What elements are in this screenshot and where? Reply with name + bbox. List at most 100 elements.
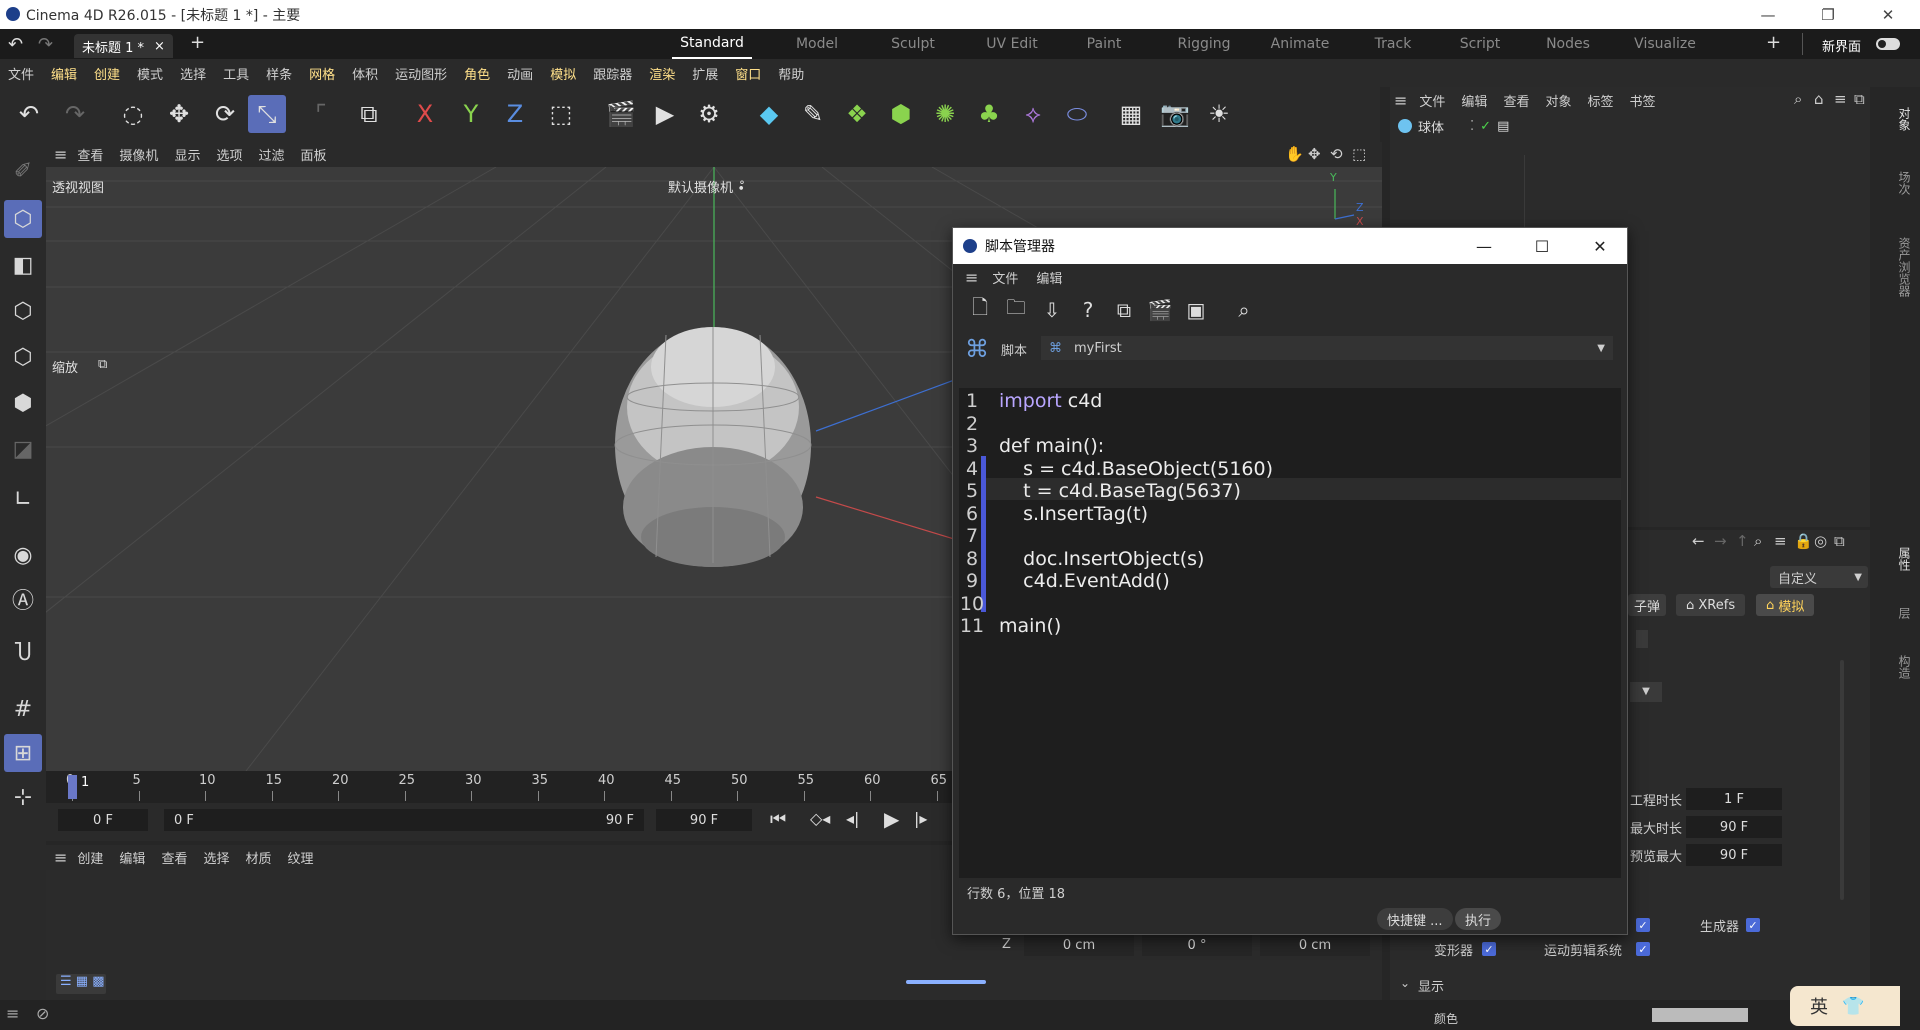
floor-grid-icon[interactable]: ▦ — [1112, 95, 1150, 133]
workspace-tab-paint[interactable]: Paint — [1078, 29, 1130, 59]
volume-icon[interactable]: ♣ — [970, 95, 1008, 133]
menu-item[interactable]: 选择 — [180, 64, 206, 83]
right-panel-tab[interactable]: 构造 — [1896, 655, 1913, 679]
auto-keyframe-icon[interactable]: Ⓐ — [4, 580, 42, 618]
coord-z-rotation[interactable]: 0 ° — [1142, 934, 1252, 956]
subdivision-surface-icon[interactable]: ⬢ — [882, 95, 920, 133]
render-settings-icon[interactable]: ⚙ — [690, 95, 728, 133]
menu-item[interactable]: 体积 — [352, 64, 378, 83]
tag-icon[interactable]: ▤ — [1497, 119, 1509, 134]
script-minimize-button[interactable]: — — [1455, 228, 1513, 264]
viewport-maximize-icon[interactable]: ⬚ — [1352, 145, 1366, 163]
right-panel-tab[interactable]: 层 — [1896, 607, 1913, 619]
viewport-menu-item[interactable]: 面板 — [300, 145, 326, 164]
workspace-tab-visualize[interactable]: Visualize — [1626, 29, 1704, 59]
material-menu-item[interactable]: 材质 — [245, 848, 271, 867]
image-icon[interactable]: ▣ — [1181, 295, 1211, 325]
workplane-icon[interactable]: # — [4, 690, 42, 728]
hamburger-icon[interactable]: ≡ — [54, 145, 67, 164]
workspace-tab-uv-edit[interactable]: UV Edit — [976, 29, 1048, 59]
menu-item[interactable]: 扩展 — [692, 64, 718, 83]
attribute-value-field[interactable]: 1 F — [1686, 788, 1782, 810]
motion-clip-checkbox[interactable]: ✓ — [1636, 942, 1650, 956]
menu-item[interactable]: 帮助 — [778, 64, 804, 83]
tab-bullet[interactable]: 子弹 — [1628, 594, 1667, 616]
cube-object-icon[interactable]: ◆ — [750, 95, 788, 133]
live-selection-icon[interactable]: ◌ — [114, 95, 152, 133]
new-window-icon[interactable]: ⧉ — [1854, 90, 1865, 108]
tab-simulation[interactable]: ⌂ 模拟 — [1756, 594, 1815, 616]
material-menu-item[interactable]: 编辑 — [119, 848, 145, 867]
menu-item[interactable]: 编辑 — [51, 64, 77, 83]
code-line[interactable]: t = c4d.BaseTag(5637) — [999, 480, 1241, 502]
axis-snap-icon[interactable]: ⊹ — [4, 778, 42, 816]
spline-pen-icon[interactable]: ✎ — [794, 95, 832, 133]
deformer-checkbox[interactable]: ✓ — [1482, 942, 1496, 956]
target-icon[interactable]: ◎ — [1814, 532, 1827, 550]
menu-item[interactable]: 窗口 — [735, 64, 761, 83]
x-axis-lock-icon[interactable]: X — [406, 95, 444, 133]
viewport-camera-label[interactable]: 默认摄像机 ∙̊ — [668, 177, 745, 196]
search-icon[interactable]: ⌕ — [1754, 532, 1762, 550]
uv-mode-icon[interactable]: ◪ — [4, 430, 42, 468]
menu-item[interactable]: 模式 — [137, 64, 163, 83]
code-line[interactable]: def main(): — [999, 435, 1104, 457]
coord-z-position[interactable]: 0 cm — [1024, 934, 1134, 956]
workspace-tab-animate[interactable]: Animate — [1264, 29, 1336, 59]
redo-icon[interactable]: ↷ — [38, 34, 53, 55]
workspace-tab-sculpt[interactable]: Sculpt — [882, 29, 944, 59]
script-dropdown[interactable]: ⌘ myFirst ▼ — [1041, 336, 1613, 360]
timeline[interactable]: 05101520253035404550556065 1 0 F 0 F 90 … — [46, 771, 952, 841]
edit-mode-icon[interactable]: ✐ — [4, 152, 42, 190]
attribute-mode-dropdown[interactable]: 自定义 ▼ — [1770, 566, 1868, 588]
menu-item[interactable]: 样条 — [266, 64, 292, 83]
viewport-menu-item[interactable]: 查看 — [77, 145, 103, 164]
menu-item[interactable]: 渲染 — [649, 64, 675, 83]
material-size-slider[interactable] — [906, 980, 986, 984]
workspace-tab-track[interactable]: Track — [1370, 29, 1416, 59]
lock-icon[interactable]: 🔒 — [1794, 532, 1813, 550]
timeline-ruler[interactable]: 05101520253035404550556065 1 — [46, 771, 952, 803]
up-arrow-icon[interactable]: ↑ — [1736, 532, 1749, 550]
previous-key-icon[interactable]: ◇◂ — [810, 809, 830, 828]
field-icon[interactable]: ⬭ — [1058, 95, 1096, 133]
model-mode-icon[interactable]: ⬡ — [4, 200, 42, 238]
object-manager-menu-item[interactable]: 标签 — [1587, 91, 1613, 110]
script-menu-item[interactable]: 编辑 — [1036, 268, 1062, 287]
new-ui-toggle[interactable] — [1876, 38, 1900, 50]
code-line[interactable]: main() — [999, 615, 1061, 637]
camera-icon[interactable]: 📷 — [1156, 95, 1194, 133]
viewport-rotate-icon[interactable]: ⟲ — [1330, 145, 1343, 163]
menu-item[interactable]: 模拟 — [550, 64, 576, 83]
render-picture-viewer-icon[interactable]: ▶ — [646, 95, 684, 133]
search-icon[interactable]: ⌕ — [1794, 90, 1802, 108]
axis-mode-icon[interactable]: ∟ — [4, 480, 42, 518]
code-line[interactable]: s = c4d.BaseObject(5160) — [999, 458, 1273, 480]
download-icon[interactable]: ⇩ — [1037, 295, 1067, 325]
object-manager-menu-item[interactable]: 查看 — [1503, 91, 1529, 110]
texture-mode-icon[interactable]: ◧ — [4, 246, 42, 284]
zoom-icon[interactable]: ⧉ — [98, 357, 107, 372]
deformer-icon[interactable]: ⟡ — [1014, 95, 1052, 133]
world-coordinates-icon[interactable]: ⬚ — [542, 95, 580, 133]
frame-range-slider[interactable]: 0 F 90 F — [164, 809, 644, 831]
material-menu-item[interactable]: 纹理 — [287, 848, 313, 867]
hamburger-icon[interactable]: ≡ — [1394, 91, 1407, 110]
filter-icon[interactable]: ≡ — [1834, 90, 1847, 108]
timeline-playhead[interactable] — [68, 775, 77, 799]
grid-snap-icon[interactable]: ⊞ — [4, 734, 42, 772]
mograph-cloner-icon[interactable]: ✺ — [926, 95, 964, 133]
duplicate-icon[interactable]: ⧉ — [1109, 295, 1139, 325]
undo-icon[interactable]: ↶ — [8, 34, 23, 55]
forward-arrow-icon[interactable]: → — [1714, 532, 1727, 550]
workspace-tab-standard[interactable]: Standard — [672, 29, 752, 59]
right-panel-tab[interactable]: 资产浏览器 — [1896, 237, 1913, 297]
undo-icon[interactable]: ↶ — [10, 95, 48, 133]
console-icon[interactable]: ⌕ — [1229, 295, 1259, 325]
material-menu-item[interactable]: 创建 — [77, 848, 103, 867]
execute-button[interactable]: 执行 — [1455, 908, 1502, 930]
play-icon[interactable]: ▶ — [884, 807, 899, 831]
viewport-menu-item[interactable]: 显示 — [174, 145, 200, 164]
script-manager-titlebar[interactable]: 脚本管理器 — ☐ ✕ — [953, 228, 1627, 264]
home-icon[interactable]: ⌂ — [1814, 90, 1824, 108]
